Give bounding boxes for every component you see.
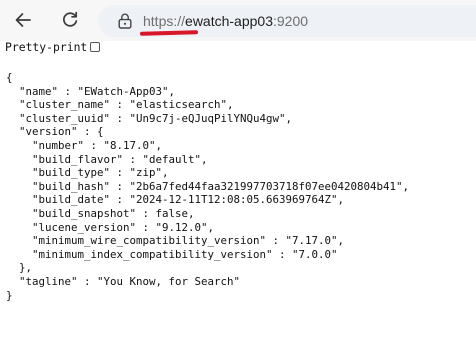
browser-toolbar: https://ewatch-app03:9200 — [0, 0, 476, 41]
reload-icon — [63, 11, 78, 27]
json-line-build-snapshot: "build_snapshot" : false, — [6, 206, 195, 220]
json-line-tagline: "tagline" : "You Know, for Search" — [6, 274, 241, 288]
json-line-min-wire: "minimum_wire_compatibility_version" : "… — [6, 234, 345, 248]
url-port: :9200 — [272, 13, 309, 29]
pretty-print-control[interactable]: Pretty-print — [5, 40, 101, 54]
reload-button[interactable] — [56, 6, 84, 34]
json-line-build-hash: "build_hash" : "2b6a7fed44faa32199770371… — [6, 179, 410, 193]
json-line-cluster-uuid: "cluster_uuid" : "Un9c7j-eQJuqPilYNQu4gw… — [6, 111, 293, 125]
json-line-number: "number" : "8.17.0", — [6, 138, 163, 152]
url-scheme: https:// — [143, 13, 186, 29]
json-line-name: "name" : "EWatch-App03", — [6, 84, 176, 98]
json-line-min-index: "minimum_index_compatibility_version" : … — [6, 247, 338, 261]
lock-icon[interactable] — [116, 12, 134, 30]
json-line-build-type: "build_type" : "zip", — [6, 166, 169, 180]
json-line: } — [6, 288, 13, 302]
json-line-build-date: "build_date" : "2024-12-11T12:08:05.6639… — [6, 193, 345, 207]
json-line-cluster-name: "cluster_name" : "elasticsearch", — [6, 98, 234, 112]
json-line: { — [6, 71, 13, 84]
json-line-lucene-version: "lucene_version" : "9.12.0", — [6, 220, 215, 234]
json-line-version-close: }, — [6, 261, 33, 275]
arrow-left-icon — [15, 13, 31, 27]
pretty-print-label: Pretty-print — [5, 40, 88, 54]
pretty-print-checkbox[interactable] — [90, 42, 101, 52]
json-line-version: "version" : { — [6, 125, 104, 139]
back-button[interactable] — [9, 6, 37, 34]
url-text[interactable]: https://ewatch-app03:9200 — [143, 13, 308, 30]
json-response: { "name" : "EWatch-App03", "cluster_name… — [6, 71, 409, 302]
json-line-build-flavor: "build_flavor" : "default", — [6, 152, 208, 166]
url-host: ewatch-app03 — [185, 13, 273, 29]
